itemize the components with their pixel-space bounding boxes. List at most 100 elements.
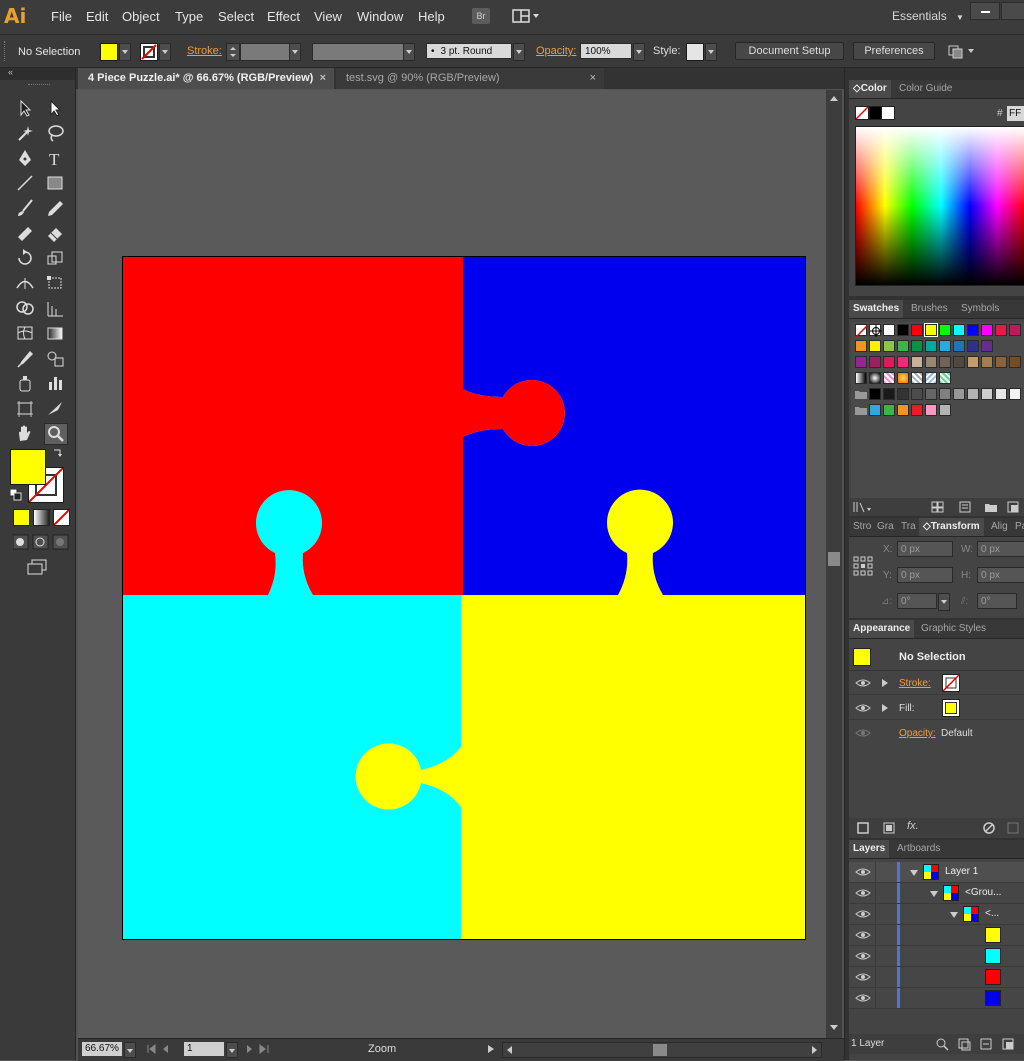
- swatch-pattern-gray[interactable]: [911, 372, 923, 384]
- swatch-39b54a[interactable]: [897, 340, 909, 352]
- menu-view[interactable]: View: [314, 9, 342, 24]
- eye-icon[interactable]: [855, 866, 871, 878]
- swatch-b3b3b3[interactable]: [939, 404, 951, 416]
- tab-puzzle-document[interactable]: 4 Piece Puzzle.ai* @ 66.67% (RGB/Preview…: [78, 68, 334, 89]
- column-graph-tool[interactable]: [44, 373, 66, 393]
- appearance-opacity-link[interactable]: Opacity:: [899, 728, 936, 739]
- swatch-ffff00[interactable]: [924, 323, 938, 337]
- eye-icon[interactable]: [855, 950, 871, 962]
- swatch-white[interactable]: [883, 324, 895, 336]
- scroll-right-icon[interactable]: [811, 1045, 819, 1055]
- lasso-tool[interactable]: [44, 123, 66, 143]
- swatch-libraries-icon[interactable]: [853, 501, 873, 513]
- graphic-style-dropdown[interactable]: [705, 43, 717, 61]
- expand-triangle-icon[interactable]: [881, 703, 889, 713]
- opacity-field[interactable]: 100%: [580, 43, 632, 59]
- swatch-b3b3b3[interactable]: [967, 388, 979, 400]
- swatch-a67c52[interactable]: [981, 356, 993, 368]
- swatch-c69c6d[interactable]: [967, 356, 979, 368]
- swatch-options-icon[interactable]: [959, 501, 971, 513]
- tools-panel-header[interactable]: «: [0, 67, 75, 80]
- rotate-field[interactable]: 0°: [897, 593, 937, 609]
- show-swatch-kinds-icon[interactable]: [931, 501, 947, 513]
- swatch-39b54a[interactable]: [883, 404, 895, 416]
- color-spectrum[interactable]: [855, 126, 1024, 286]
- lock-column[interactable]: [875, 946, 876, 966]
- artboard[interactable]: [122, 256, 806, 940]
- artboard-tool[interactable]: [14, 398, 36, 418]
- first-prev-artboard-icons[interactable]: [146, 1044, 186, 1054]
- swatch-f49ac1[interactable]: [925, 404, 937, 416]
- rotate-dropdown[interactable]: [938, 593, 950, 611]
- brush-field[interactable]: • 3 pt. Round: [426, 43, 512, 59]
- stroke-label-link[interactable]: Stroke:: [187, 45, 222, 57]
- y-field[interactable]: 0 px: [897, 567, 953, 583]
- perspective-grid-tool[interactable]: [44, 298, 66, 318]
- appearance-fill-swatch[interactable]: [942, 699, 960, 717]
- gradient-mode-button[interactable]: [33, 509, 50, 526]
- gradient-tool[interactable]: [44, 323, 66, 343]
- swatch-333333[interactable]: [897, 388, 909, 400]
- line-segment-tool[interactable]: [14, 173, 36, 193]
- swatch-999999[interactable]: [953, 388, 965, 400]
- swatch-736357[interactable]: [939, 356, 951, 368]
- expand-triangle-icon[interactable]: [881, 678, 889, 688]
- fill-dropdown[interactable]: [119, 43, 131, 61]
- swatch-cccccc[interactable]: [981, 388, 993, 400]
- swatch-666666[interactable]: [925, 388, 937, 400]
- symbol-sprayer-tool[interactable]: [14, 373, 36, 393]
- new-color-group-icon[interactable]: [985, 501, 999, 513]
- workspace-switcher[interactable]: Essentials ▼: [892, 9, 964, 23]
- eye-icon[interactable]: [855, 929, 871, 941]
- swatch-29abe2[interactable]: [869, 404, 881, 416]
- locate-object-icon[interactable]: [935, 1037, 949, 1051]
- eye-icon[interactable]: [855, 908, 871, 920]
- blob-brush-tool[interactable]: [14, 223, 36, 243]
- swatch-da1c5c[interactable]: [883, 356, 895, 368]
- document-setup-button[interactable]: Document Setup: [735, 42, 844, 60]
- tab-brushes[interactable]: Brushes: [907, 300, 952, 318]
- layer-row[interactable]: [849, 988, 1024, 1009]
- swatch-f7941d[interactable]: [855, 340, 867, 352]
- scale-tool[interactable]: [44, 248, 66, 268]
- expand-triangle-icon[interactable]: [929, 889, 939, 899]
- swatch-4d4d4d[interactable]: [911, 388, 923, 400]
- swatch-0000ff[interactable]: [967, 324, 979, 336]
- swatch-pattern-pink[interactable]: [883, 372, 895, 384]
- artboard-dropdown[interactable]: [226, 1042, 238, 1058]
- bridge-button[interactable]: Br: [472, 8, 490, 24]
- scroll-left-icon[interactable]: [505, 1045, 513, 1055]
- swatch-00ff00[interactable]: [939, 324, 951, 336]
- variable-width-field[interactable]: [312, 43, 404, 61]
- clipping-mask-icon[interactable]: [957, 1037, 971, 1051]
- close-icon[interactable]: ×: [590, 68, 596, 89]
- stroke-weight-field[interactable]: [240, 43, 290, 61]
- swatch-662d91[interactable]: [981, 340, 993, 352]
- stroke-color-swatch[interactable]: [140, 43, 158, 61]
- menu-edit[interactable]: Edit: [86, 9, 108, 24]
- none-mode-button[interactable]: [53, 509, 70, 526]
- rectangle-tool[interactable]: [44, 173, 66, 193]
- variable-width-dropdown[interactable]: [403, 43, 415, 61]
- tab-layers[interactable]: Layers: [849, 840, 890, 858]
- tab-align[interactable]: Alig: [987, 518, 1012, 536]
- swatch-1c75bc[interactable]: [953, 340, 965, 352]
- clear-appearance-icon[interactable]: [983, 822, 995, 834]
- swatch-f7931e[interactable]: [897, 404, 909, 416]
- swatch-gradient-radial[interactable]: [869, 372, 881, 384]
- lock-column[interactable]: [875, 862, 876, 882]
- layer-row[interactable]: <Grou...: [849, 883, 1024, 904]
- layer-name[interactable]: Layer 1: [945, 866, 978, 877]
- swatch-009444[interactable]: [911, 340, 923, 352]
- menu-object[interactable]: Object: [122, 9, 160, 24]
- close-icon[interactable]: ×: [320, 68, 326, 89]
- hex-color-field[interactable]: FF: [1007, 106, 1024, 121]
- layer-row[interactable]: <...: [849, 904, 1024, 925]
- next-last-artboard-icons[interactable]: [244, 1044, 280, 1054]
- swatch-ee2a7b[interactable]: [897, 356, 909, 368]
- zoom-tool[interactable]: [44, 423, 68, 445]
- stroke-dropdown[interactable]: [159, 43, 171, 61]
- tab-stroke[interactable]: Stro: [849, 518, 875, 536]
- horizontal-scrollbar[interactable]: [502, 1042, 822, 1058]
- vertical-scrollbar[interactable]: [826, 90, 842, 1038]
